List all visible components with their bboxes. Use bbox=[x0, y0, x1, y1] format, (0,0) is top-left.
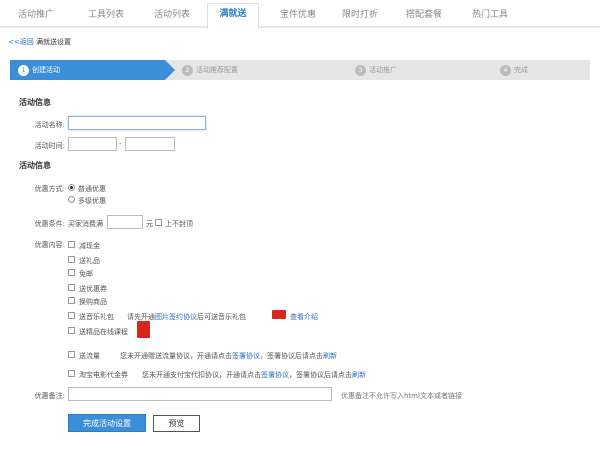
step-1-label: 创建活动 bbox=[32, 66, 60, 74]
music-gift-note-2: 后可送音乐礼包 bbox=[197, 313, 246, 321]
data-traffic-note: 您未开通赠送流量协议，开通请点击签署协议，签署协议后请点击刷新 bbox=[120, 351, 337, 361]
gift-checkbox[interactable] bbox=[68, 256, 75, 263]
movie-voucher-checkbox[interactable] bbox=[68, 370, 75, 377]
data-traffic-sign-link[interactable]: 签署协议 bbox=[232, 352, 260, 360]
free-shipping-checkbox[interactable] bbox=[68, 269, 75, 276]
step-1: 1 创建活动 bbox=[18, 60, 60, 80]
data-traffic-note-2: ，签署协议后请点击 bbox=[260, 352, 323, 360]
complete-setup-button[interactable]: 完成活动设置 bbox=[68, 414, 146, 432]
coupon-checkbox[interactable] bbox=[68, 284, 75, 291]
gift-label: 送礼品 bbox=[79, 257, 100, 265]
back-link[interactable]: <<返回 bbox=[8, 38, 34, 46]
condition-prefix: 买家消费满 bbox=[68, 220, 103, 228]
tab-tool-list[interactable]: 工具列表 bbox=[76, 5, 136, 25]
step-progress: 1 创建活动 2 活动推荐配置 3 活动推广 4 完成 bbox=[10, 60, 590, 80]
tab-activity-list[interactable]: 活动列表 bbox=[142, 5, 202, 25]
music-gift-note-1: 请先开通 bbox=[127, 313, 155, 321]
tab-activity-promo[interactable]: 活动推广 bbox=[8, 5, 64, 25]
movie-voucher-note: 您未开通支付宝代扣协议，开通请点击签署协议，签署协议后请点击刷新 bbox=[142, 370, 366, 380]
step-4: 4 完成 bbox=[500, 60, 528, 80]
date-separator: - bbox=[119, 140, 122, 148]
activity-name-label: 活动名称: bbox=[34, 121, 65, 129]
activity-info-title: 活动信息 bbox=[19, 98, 51, 107]
no-limit-label: 上不封顶 bbox=[165, 220, 193, 228]
online-course-label: 送精品在线课程 bbox=[79, 328, 128, 336]
radio-normal-promo-label: 普通优惠 bbox=[78, 185, 106, 193]
coupon-label: 送优惠券 bbox=[79, 285, 107, 293]
tab-item-discount[interactable]: 宝件优惠 bbox=[268, 5, 328, 25]
activity-time-label: 活动时间: bbox=[34, 142, 65, 150]
radio-multi-level-promo[interactable] bbox=[68, 196, 75, 203]
promo-condition-label: 优惠条件: bbox=[34, 220, 65, 228]
music-gift-icon bbox=[272, 310, 286, 319]
promo-method-label: 优惠方式: bbox=[34, 185, 65, 193]
data-traffic-note-1: 您未开通赠送流量协议，开通请点击 bbox=[120, 352, 232, 360]
preview-button[interactable]: 预览 bbox=[153, 415, 200, 432]
movie-voucher-sign-link[interactable]: 签署协议 bbox=[261, 371, 289, 379]
activity-name-input[interactable] bbox=[68, 116, 206, 130]
radio-normal-promo[interactable] bbox=[68, 184, 75, 191]
music-gift-checkbox[interactable] bbox=[68, 312, 75, 319]
tab-full-gift[interactable]: 满就送 bbox=[207, 3, 259, 30]
step-2-label: 活动推荐配置 bbox=[196, 66, 238, 74]
condition-unit: 元 bbox=[146, 220, 153, 228]
data-traffic-refresh-link[interactable]: 刷新 bbox=[323, 352, 337, 360]
step-3-label: 活动推广 bbox=[369, 66, 397, 74]
view-intro-link[interactable]: 查看介绍 bbox=[290, 312, 318, 322]
exchange-item-label: 换购商品 bbox=[79, 298, 107, 306]
music-gift-agreement-link[interactable]: 图片签约协议 bbox=[155, 313, 197, 321]
cash-off-label: 减现金 bbox=[79, 242, 100, 250]
movie-voucher-refresh-link[interactable]: 刷新 bbox=[352, 371, 366, 379]
top-tab-bar: 活动推广 工具列表 活动列表 满就送 宝件优惠 限时打折 搭配套餐 热门工具 bbox=[0, 0, 600, 30]
promo-remark-label: 优惠备注: bbox=[34, 392, 65, 400]
promo-info-title: 活动信息 bbox=[19, 161, 51, 170]
step-2-number: 2 bbox=[182, 64, 193, 76]
red-packet-icon bbox=[137, 321, 150, 338]
music-gift-label: 送音乐礼包 bbox=[79, 313, 114, 321]
step-3: 3 活动推广 bbox=[355, 60, 397, 80]
breadcrumb: <<返回 满就送设置 bbox=[8, 37, 71, 47]
no-limit-checkbox[interactable] bbox=[155, 219, 162, 226]
movie-voucher-note-2: ，签署协议后请点击 bbox=[289, 371, 352, 379]
activity-start-date-input[interactable] bbox=[68, 137, 117, 151]
step-2: 2 活动推荐配置 bbox=[182, 60, 238, 80]
tab-hot-tools[interactable]: 热门工具 bbox=[460, 5, 520, 25]
radio-multi-level-promo-label: 多级优惠 bbox=[78, 197, 106, 205]
step-3-number: 3 bbox=[355, 64, 366, 76]
data-traffic-label: 送流量 bbox=[79, 352, 100, 360]
promo-content-label: 优惠内容: bbox=[34, 241, 65, 249]
online-course-checkbox[interactable] bbox=[68, 327, 75, 334]
step-4-number: 4 bbox=[500, 64, 511, 76]
activity-end-date-input[interactable] bbox=[125, 137, 175, 151]
tab-limited-discount[interactable]: 限时打折 bbox=[330, 5, 390, 25]
cash-off-checkbox[interactable] bbox=[68, 241, 75, 248]
movie-voucher-note-1: 您未开通支付宝代扣协议，开通请点击 bbox=[142, 371, 261, 379]
tab-combo-package[interactable]: 搭配套餐 bbox=[394, 5, 454, 25]
active-step-arrow bbox=[165, 60, 175, 80]
breadcrumb-current: 满就送设置 bbox=[35, 38, 71, 46]
free-shipping-label: 免邮 bbox=[79, 270, 93, 278]
promo-remark-hint: 优惠备注不允许写入html文本或者链接 bbox=[341, 392, 462, 400]
condition-amount-input[interactable] bbox=[107, 215, 143, 229]
movie-voucher-label: 淘宝电影代金券 bbox=[79, 371, 128, 379]
promo-remark-input[interactable] bbox=[68, 387, 332, 401]
data-traffic-checkbox[interactable] bbox=[68, 351, 75, 358]
step-4-label: 完成 bbox=[514, 66, 528, 74]
step-1-number: 1 bbox=[18, 64, 29, 76]
exchange-item-checkbox[interactable] bbox=[68, 297, 75, 304]
